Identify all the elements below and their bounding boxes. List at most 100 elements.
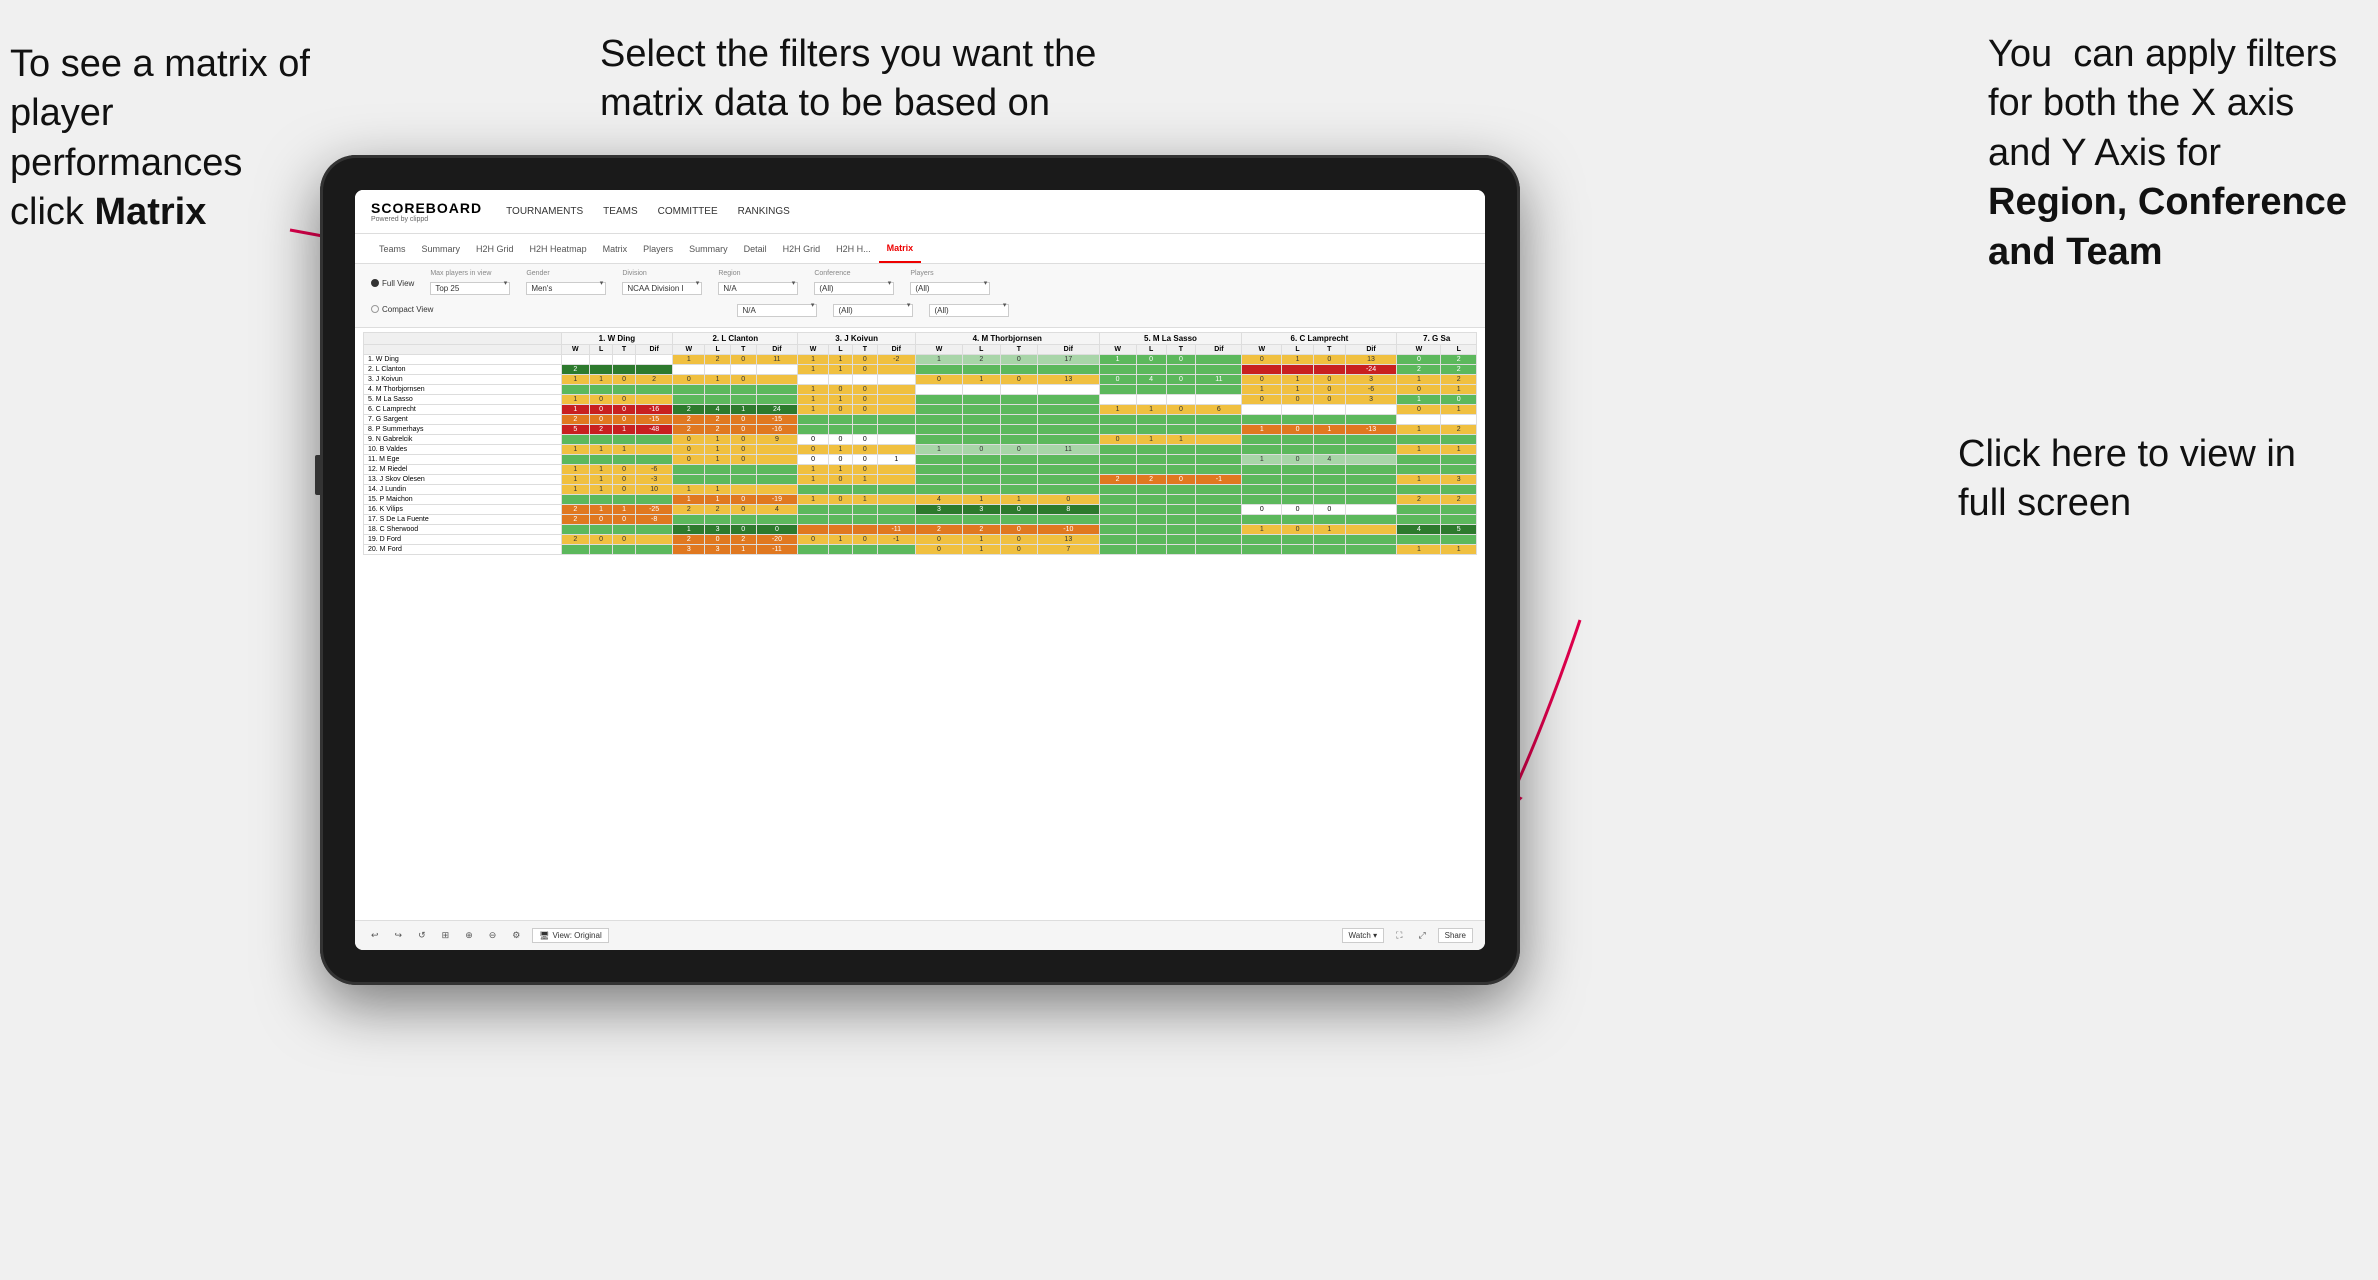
zoom-in-btn[interactable]: ⊕ — [461, 928, 477, 943]
matrix-cell — [963, 465, 1001, 475]
view-label-text: View: Original — [553, 931, 602, 940]
matrix-cell: 1 — [1136, 435, 1166, 445]
matrix-cell: 0 — [1313, 395, 1345, 405]
settings-btn[interactable]: ⚙ — [508, 928, 524, 943]
matrix-cell: 11 — [1196, 375, 1242, 385]
sub-nav-matrix-left[interactable]: Matrix — [595, 234, 636, 263]
sub-nav-players[interactable]: Players — [635, 234, 681, 263]
matrix-cell: 1 — [590, 475, 613, 485]
matrix-cell — [1136, 515, 1166, 525]
matrix-cell — [877, 485, 915, 495]
matrix-cell: 0 — [730, 505, 756, 515]
nav-rankings[interactable]: RANKINGS — [738, 204, 790, 219]
redo-btn[interactable]: ↪ — [391, 928, 407, 943]
view-compact-radio[interactable]: Compact View — [371, 305, 433, 314]
players-select-2[interactable]: (All) — [929, 304, 1009, 317]
matrix-cell: 2 — [673, 535, 705, 545]
region-label: Region — [718, 270, 798, 277]
matrix-cell — [705, 515, 731, 525]
filter-row-1: Full View Max players in view Top 25 Gen… — [371, 270, 1469, 296]
matrix-cell — [916, 485, 963, 495]
matrix-cell: 24 — [756, 405, 798, 415]
undo-btn[interactable]: ↩ — [367, 928, 383, 943]
sub-h-w5: W — [1099, 345, 1136, 355]
matrix-cell — [1313, 515, 1345, 525]
view-full-radio[interactable]: Full View — [371, 279, 414, 288]
sub-nav-summary[interactable]: Summary — [414, 234, 469, 263]
gender-select[interactable]: Men's — [526, 282, 606, 295]
division-select-wrap: NCAA Division I — [622, 278, 702, 296]
sub-nav-h2h-grid[interactable]: H2H Grid — [468, 234, 522, 263]
matrix-cell: 2 — [561, 505, 590, 515]
matrix-cell — [1136, 485, 1166, 495]
sub-nav-h2h-heatmap[interactable]: H2H Heatmap — [522, 234, 595, 263]
matrix-cell: 8 — [1038, 505, 1099, 515]
matrix-cell — [561, 435, 590, 445]
matrix-cell — [590, 385, 613, 395]
matrix-cell: 0 — [613, 375, 636, 385]
player-name-cell: 19. D Ford — [364, 535, 562, 545]
matrix-cell — [756, 475, 798, 485]
watch-button[interactable]: Watch ▾ — [1342, 928, 1385, 943]
players-select-1[interactable]: (All) — [910, 282, 990, 295]
matrix-cell — [730, 515, 756, 525]
matrix-cell: 0 — [1282, 525, 1314, 535]
matrix-cell — [1136, 495, 1166, 505]
matrix-cell — [635, 395, 672, 405]
matrix-cell — [673, 365, 705, 375]
matrix-cell — [1242, 435, 1282, 445]
fullscreen-btn[interactable]: ⤢ — [1414, 928, 1429, 943]
matrix-cell — [1397, 485, 1441, 495]
header-col6: 6. C Lamprecht — [1242, 333, 1397, 345]
monitor-icon: 🖥 — [539, 931, 549, 940]
matrix-cell: 1 — [590, 485, 613, 495]
sub-nav-h2h-h[interactable]: H2H H... — [828, 234, 879, 263]
max-players-select-wrap: Top 25 — [430, 278, 510, 296]
share-button[interactable]: Share — [1438, 928, 1473, 943]
table-row: 16. K Vilips211-2522043308000 — [364, 505, 1477, 515]
matrix-cell: 0 — [1313, 385, 1345, 395]
matrix-cell: 2 — [635, 375, 672, 385]
matrix-cell — [963, 365, 1001, 375]
matrix-cell — [613, 365, 636, 375]
annotation-right: You can apply filters for both the X axi… — [1988, 30, 2348, 277]
sub-nav-detail[interactable]: Detail — [736, 234, 775, 263]
matrix-cell: -11 — [756, 545, 798, 555]
max-players-filter: Max players in view Top 25 — [430, 270, 510, 296]
matrix-cell — [1038, 395, 1099, 405]
refresh-btn[interactable]: ↺ — [414, 928, 430, 943]
matrix-cell: 0 — [828, 495, 852, 505]
filter-btn[interactable]: ⊞ — [438, 928, 454, 943]
conference-select-1[interactable]: (All) — [814, 282, 894, 295]
matrix-cell: 2 — [916, 525, 963, 535]
view-label[interactable]: 🖥 View: Original — [532, 928, 608, 943]
header-col4: 4. M Thorbjornsen — [916, 333, 1100, 345]
screen-btn[interactable]: ⛶ — [1392, 928, 1406, 943]
players-filter: Players (All) — [910, 270, 990, 296]
sub-h-w7: W — [1397, 345, 1441, 355]
nav-teams[interactable]: TEAMS — [603, 204, 637, 219]
sub-nav-matrix-active[interactable]: Matrix — [879, 234, 922, 263]
matrix-cell — [1313, 465, 1345, 475]
zoom-out-btn[interactable]: ⊖ — [485, 928, 501, 943]
matrix-cell: 0 — [613, 475, 636, 485]
matrix-cell: 2 — [673, 505, 705, 515]
nav-tournaments[interactable]: TOURNAMENTS — [506, 204, 583, 219]
nav-committee[interactable]: COMMITTEE — [658, 204, 718, 219]
matrix-cell — [877, 545, 915, 555]
region-select-2[interactable]: N/A — [737, 304, 817, 317]
matrix-cell — [1196, 495, 1242, 505]
sub-nav-summary2[interactable]: Summary — [681, 234, 736, 263]
conference-select-2[interactable]: (All) — [833, 304, 913, 317]
matrix-cell: 1 — [798, 465, 829, 475]
player-name-cell: 8. P Summerhays — [364, 425, 562, 435]
matrix-cell: 0 — [853, 395, 877, 405]
sub-nav-h2h-grid2[interactable]: H2H Grid — [775, 234, 829, 263]
sub-nav-teams[interactable]: Teams — [371, 234, 414, 263]
annotation-left-text: To see a matrix ofplayer performances cl… — [10, 43, 310, 233]
matrix-table-area[interactable]: 1. W Ding 2. L Clanton 3. J Koivun 4. M … — [355, 328, 1485, 920]
region-select-1[interactable]: N/A — [718, 282, 798, 295]
division-select[interactable]: NCAA Division I — [622, 282, 702, 295]
max-players-select[interactable]: Top 25 — [430, 282, 510, 295]
matrix-cell — [1166, 425, 1196, 435]
